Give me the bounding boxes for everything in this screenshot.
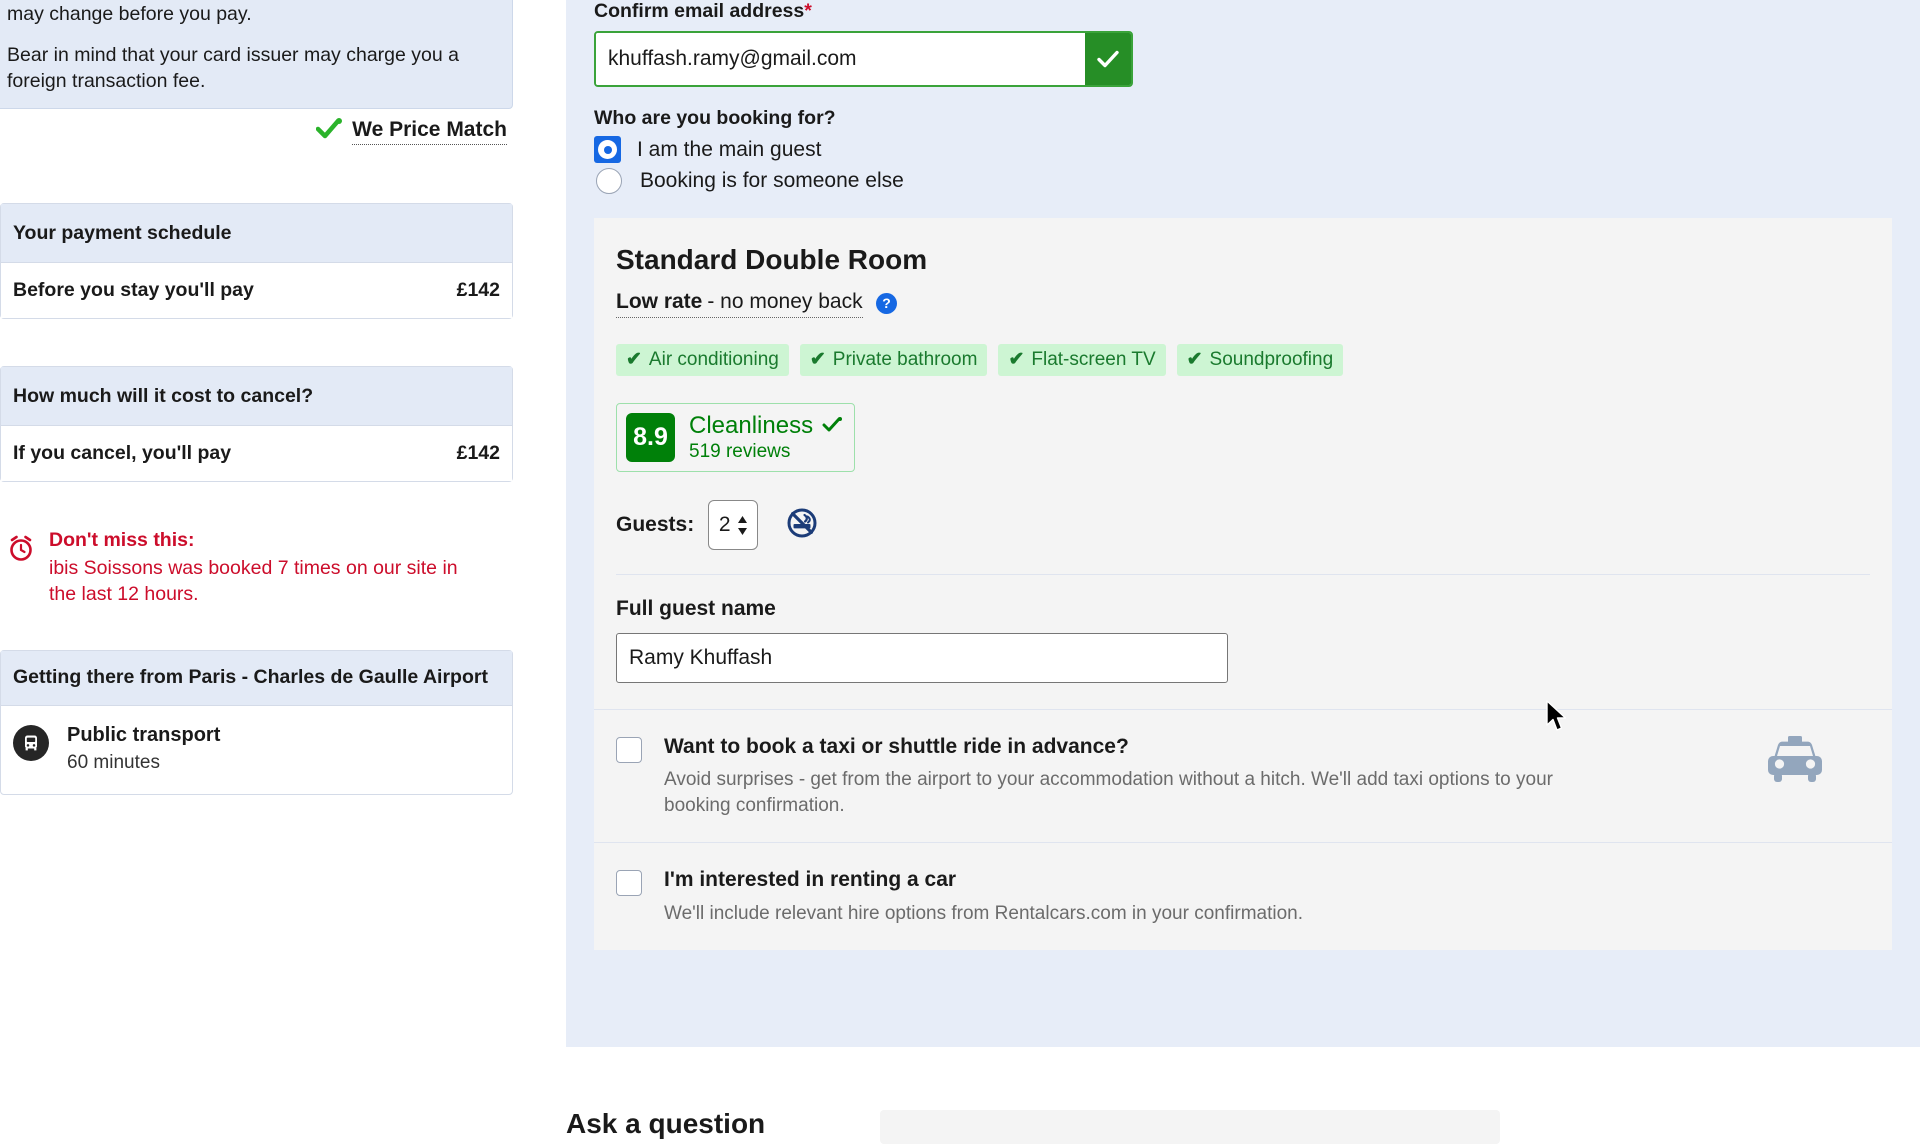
taxi-icon bbox=[1758, 732, 1832, 793]
check-icon: ✔ bbox=[1186, 349, 1203, 370]
up-down-arrows-icon[interactable] bbox=[737, 515, 748, 535]
check-icon: ✔ bbox=[626, 349, 642, 370]
addon-taxi-row[interactable]: Want to book a taxi or shuttle ride in a… bbox=[594, 709, 1892, 842]
radio-option-someone-else[interactable]: Booking is for someone else bbox=[594, 168, 1892, 194]
exchange-rate-line-1: approximate cost in £. You'll pay in €. … bbox=[7, 3, 252, 26]
transport-mode-label: Public transport bbox=[67, 723, 221, 746]
cancellation-row-amount: £142 bbox=[456, 442, 500, 465]
exchange-rate-line-2: Bear in mind that your card issuer may c… bbox=[7, 43, 459, 92]
transport-duration: 60 minutes bbox=[67, 751, 160, 773]
cleanliness-label-row: Cleanliness bbox=[689, 412, 843, 440]
addon-taxi-desc: Avoid surprises - get from the airport t… bbox=[664, 769, 1553, 816]
check-icon: ✔ bbox=[809, 349, 826, 370]
radio-option-main-guest[interactable]: I am the main guest bbox=[594, 136, 1892, 163]
rate-policy-rest: - no money back bbox=[707, 290, 863, 313]
guests-stepper[interactable]: 2 bbox=[708, 500, 759, 550]
facility-label: Soundproofing bbox=[1209, 348, 1334, 370]
rate-policy-link[interactable]: Low rate - no money back bbox=[616, 290, 863, 318]
addon-car-rental-checkbox[interactable] bbox=[616, 870, 642, 897]
radio-selected-icon[interactable] bbox=[594, 136, 621, 163]
dont-miss-text: Don't miss this: ibis Soissons was booke… bbox=[49, 528, 469, 608]
facility-label: Flat-screen TV bbox=[1031, 348, 1156, 370]
radio-label-main-guest: I am the main guest bbox=[637, 137, 822, 161]
main-form-panel: Confirm email address* Who are you booki… bbox=[566, 0, 1920, 1047]
mouse-cursor bbox=[1545, 700, 1571, 739]
radio-unselected-icon[interactable] bbox=[596, 168, 622, 194]
bus-icon bbox=[13, 724, 49, 761]
facility-chip: ✔ Soundproofing bbox=[1176, 344, 1344, 376]
dont-miss-this-alert: Don't miss this: ibis Soissons was booke… bbox=[0, 520, 513, 616]
payment-schedule-row-amount: £142 bbox=[456, 279, 500, 302]
payment-schedule-card: Your payment schedule Before you stay yo… bbox=[0, 203, 513, 320]
cleanliness-text: Cleanliness 519 reviews bbox=[689, 412, 843, 463]
cleanliness-reviews-count: 519 reviews bbox=[689, 441, 791, 462]
addon-car-rental-title: I'm interested in renting a car bbox=[664, 868, 957, 892]
dont-miss-body: ibis Soissons was booked 7 times on our … bbox=[49, 556, 458, 605]
facility-label: Private bathroom bbox=[832, 348, 978, 370]
no-smoking-icon[interactable] bbox=[786, 507, 818, 544]
getting-there-heading: Getting there from Paris - Charles de Ga… bbox=[1, 651, 512, 706]
full-guest-name-input[interactable] bbox=[616, 633, 1228, 683]
ask-a-question-box[interactable] bbox=[880, 1110, 1500, 1144]
cleanliness-label: Cleanliness bbox=[689, 412, 814, 439]
cleanliness-score-box: 8.9 Cleanliness 519 reviews bbox=[616, 403, 856, 472]
addon-car-rental-row[interactable]: I'm interested in renting a car We'll in… bbox=[594, 842, 1892, 950]
cleanliness-score-badge: 8.9 bbox=[626, 413, 675, 462]
check-icon: ✔ bbox=[1008, 349, 1025, 370]
cancellation-row-label: If you cancel, you'll pay bbox=[13, 442, 232, 465]
exchange-rate-note-card: approximate cost in £. You'll pay in €. … bbox=[0, 0, 513, 110]
guest-name-section: Full guest name bbox=[594, 575, 1892, 709]
price-match-link[interactable]: We Price Match bbox=[352, 118, 507, 145]
green-check-icon bbox=[315, 118, 343, 145]
green-check-icon bbox=[822, 412, 843, 440]
facility-chip: ✔ Air conditioning bbox=[616, 344, 789, 376]
rate-policy-row: Low rate - no money back ? bbox=[616, 290, 1870, 318]
room-details-top: Standard Double Room Low rate - no money… bbox=[594, 244, 1892, 575]
facility-list: ✔ Air conditioning ✔ Private bathroom ✔ Fla… bbox=[616, 344, 1870, 376]
facility-label: Air conditioning bbox=[648, 348, 779, 370]
guests-label: Guests: bbox=[616, 513, 695, 536]
dont-miss-title: Don't miss this: bbox=[49, 529, 195, 551]
room-title: Standard Double Room bbox=[616, 244, 928, 275]
getting-there-body: Public transport 60 minutes bbox=[1, 706, 512, 794]
who-booking-title: Who are you booking for? bbox=[594, 107, 836, 129]
addon-car-rental-text: I'm interested in renting a car We'll in… bbox=[664, 867, 1303, 926]
guests-value: 2 bbox=[718, 513, 731, 536]
payment-schedule-heading: Your payment schedule bbox=[1, 204, 512, 264]
confirm-email-label: Confirm email address* bbox=[594, 0, 1892, 23]
form-inner: Confirm email address* Who are you booki… bbox=[566, 0, 1920, 951]
required-asterisk: * bbox=[804, 0, 812, 22]
getting-there-card: Getting there from Paris - Charles de Ga… bbox=[0, 650, 513, 795]
confirm-email-input[interactable] bbox=[596, 33, 1085, 85]
room-details-block: Standard Double Room Low rate - no money… bbox=[594, 218, 1892, 951]
full-guest-name-label: Full guest name bbox=[616, 597, 776, 620]
getting-there-text: Public transport 60 minutes bbox=[67, 723, 220, 774]
addon-taxi-text: Want to book a taxi or shuttle ride in a… bbox=[664, 734, 1599, 818]
payment-schedule-row-label: Before you stay you'll pay bbox=[13, 279, 254, 302]
confirm-email-label-text: Confirm email address bbox=[594, 0, 805, 22]
radio-label-someone-else: Booking is for someone else bbox=[640, 169, 904, 192]
cancellation-row: If you cancel, you'll pay £142 bbox=[1, 426, 512, 482]
confirm-email-field-wrapper bbox=[594, 31, 1133, 87]
payment-schedule-row: Before you stay you'll pay £142 bbox=[1, 263, 512, 319]
email-valid-check-icon bbox=[1085, 33, 1131, 85]
cancellation-cost-card: How much will it cost to cancel? If you … bbox=[0, 366, 513, 483]
ask-a-question-title: Ask a question bbox=[566, 1108, 766, 1139]
addon-car-rental-desc: We'll include relevant hire options from… bbox=[664, 902, 1303, 924]
facility-chip: ✔ Private bathroom bbox=[799, 344, 988, 376]
question-mark-icon[interactable]: ? bbox=[876, 292, 898, 314]
alarm-clock-icon bbox=[6, 533, 36, 568]
guests-row: Guests: 2 bbox=[616, 500, 1870, 550]
facility-chip: ✔ Flat-screen TV bbox=[998, 344, 1166, 376]
price-match-row: We Price Match bbox=[0, 118, 513, 145]
cancellation-heading: How much will it cost to cancel? bbox=[1, 367, 512, 427]
rate-policy-strong: Low rate bbox=[616, 290, 703, 313]
addon-taxi-title: Want to book a taxi or shuttle ride in a… bbox=[664, 735, 1129, 758]
booking-checkout-page: approximate cost in £. You'll pay in €. … bbox=[0, 0, 1920, 1144]
addon-taxi-checkbox[interactable] bbox=[616, 737, 642, 763]
